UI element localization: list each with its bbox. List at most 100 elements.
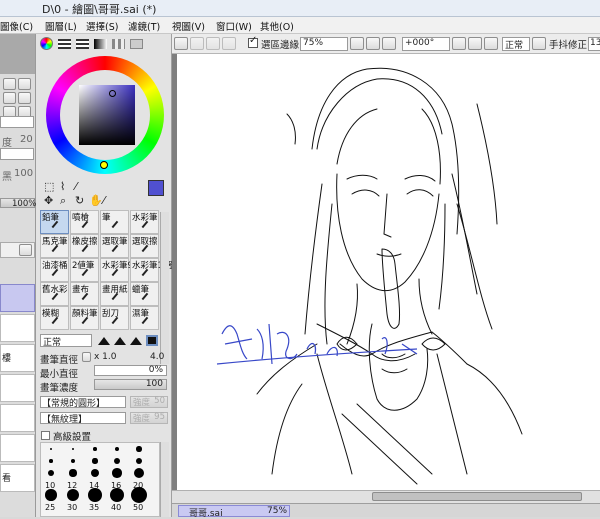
brush-size-dot[interactable] — [109, 487, 125, 503]
brush-size-dot[interactable] — [131, 487, 147, 503]
tip-shape-3-icon[interactable] — [130, 337, 142, 345]
lasso-icon[interactable]: ⌇ — [60, 180, 65, 193]
tip-shape-4-icon[interactable] — [146, 335, 158, 346]
tool-item[interactable]: 水彩筆 — [130, 210, 159, 234]
zoom-in-icon[interactable] — [366, 37, 380, 50]
brush-mode-select[interactable]: 正常 — [40, 334, 92, 348]
tool-item[interactable]: 選取筆 — [100, 234, 129, 258]
menu-layer[interactable]: 圖層(L) — [45, 19, 77, 33]
tool-item[interactable]: 噴槍 — [70, 210, 99, 234]
scratch-pad-icon[interactable] — [130, 39, 143, 49]
tool-item[interactable]: 水彩筆10號 — [130, 258, 177, 282]
brush-size-dot[interactable] — [114, 458, 120, 464]
tool-item[interactable]: 模糊 — [40, 306, 69, 330]
brush-size-dot[interactable] — [133, 467, 145, 479]
tool-item[interactable]: 橡皮擦 — [70, 234, 99, 258]
hsv-slider-icon[interactable] — [76, 39, 89, 49]
rotate-left-button[interactable] — [3, 92, 16, 104]
invert-selection-button[interactable] — [222, 37, 236, 50]
color-picker-cursor[interactable] — [109, 90, 116, 97]
tool-item[interactable]: 鉛筆 — [40, 210, 69, 234]
menu-filter[interactable]: 濾鏡(T) — [128, 19, 160, 33]
tool-item[interactable]: 畫用紙 — [100, 282, 129, 306]
mode-select[interactable]: 正常 — [502, 37, 530, 51]
brush-size-dot[interactable] — [70, 458, 76, 464]
brush-size-dot[interactable] — [50, 448, 52, 450]
brush-size-dot[interactable] — [92, 458, 98, 464]
size-multiplier-button[interactable] — [82, 352, 91, 362]
tool-item[interactable]: 2値筆 — [70, 258, 99, 282]
brush-size-dot[interactable] — [71, 447, 75, 451]
layer-item[interactable] — [0, 434, 35, 462]
gradient-icon[interactable] — [94, 39, 107, 49]
tool-item[interactable]: 選取擦 — [130, 234, 159, 258]
shape-strength-slider[interactable]: 強度 50 — [130, 396, 168, 408]
advanced-settings-checkbox[interactable] — [41, 431, 50, 440]
rotate-reset-icon[interactable] — [484, 37, 498, 50]
tip-shape-1-icon[interactable] — [98, 337, 110, 345]
rotation-select[interactable]: +000° — [402, 37, 450, 51]
stabilizer-select[interactable]: 13 — [588, 37, 600, 51]
brush-size-dot[interactable] — [114, 446, 120, 452]
blend-mode-select[interactable] — [0, 116, 34, 128]
rotate-icon[interactable]: ↻ — [75, 194, 84, 207]
layer-item[interactable] — [0, 404, 35, 432]
layer-item[interactable] — [0, 314, 35, 342]
zoom-out-icon[interactable] — [350, 37, 364, 50]
tool-item[interactable]: 馬克筆 — [40, 234, 69, 258]
zoom-out-button[interactable] — [18, 78, 31, 90]
layer-item[interactable]: 樓 — [0, 344, 35, 372]
redo-button[interactable] — [190, 37, 204, 50]
hand-icon[interactable]: ✋ — [89, 194, 103, 207]
horizontal-scroll-thumb[interactable] — [372, 492, 582, 501]
tool-item[interactable]: 水彩筆9號 — [100, 258, 141, 282]
rect-select-icon[interactable]: ⬚ — [44, 180, 54, 193]
zoom-icon[interactable]: ⌕ — [60, 194, 66, 208]
tool-item[interactable]: 舊水彩 — [40, 282, 69, 306]
rotate-right-button[interactable] — [18, 92, 31, 104]
brush-shape-select[interactable]: 【常規的圓形】 — [40, 396, 126, 409]
tool-item[interactable]: 濕筆 — [130, 306, 159, 330]
min-size-slider[interactable]: 0% — [94, 365, 167, 376]
new-layer-button[interactable] — [19, 244, 32, 256]
hue-cursor[interactable] — [100, 161, 108, 169]
tool-item[interactable]: 蠟筆 — [130, 282, 159, 306]
brush-size-dot[interactable] — [45, 489, 57, 501]
size-presets-scrollbar[interactable] — [160, 442, 169, 517]
selection-edge-checkbox[interactable]: ✓ — [248, 35, 258, 48]
brush-size-dot[interactable] — [88, 488, 102, 502]
brush-size-mult[interactable]: x 1.0 — [94, 352, 117, 362]
brush-size-dot[interactable] — [48, 470, 54, 476]
swatch-icon[interactable] — [112, 39, 125, 49]
rotate-ccw-icon[interactable] — [452, 37, 466, 50]
move-icon[interactable]: ✥ — [44, 194, 53, 207]
brush-size-dot[interactable] — [93, 447, 97, 451]
color-wheel-icon[interactable] — [40, 37, 53, 50]
menu-select[interactable]: 選擇(S) — [86, 19, 118, 33]
rotate-cw-icon[interactable] — [468, 37, 482, 50]
menu-image[interactable]: 圖像(C) — [0, 19, 33, 33]
density-slider[interactable]: 100 — [94, 379, 167, 390]
tool-item[interactable]: 筆 — [100, 210, 129, 234]
brush-size-dot[interactable] — [112, 468, 122, 478]
menu-window[interactable]: 窗口(W) — [216, 19, 252, 33]
magic-wand-icon[interactable]: ⁄ — [75, 180, 77, 193]
flip-icon[interactable] — [532, 37, 546, 50]
brush-size-dot[interactable] — [90, 468, 100, 478]
tool-item[interactable]: 顏料筆 — [70, 306, 99, 330]
zoom-in-button[interactable] — [3, 78, 16, 90]
layer-item-selected[interactable] — [0, 284, 35, 312]
eyedropper-icon[interactable]: ⁄ — [103, 194, 105, 207]
tool-item[interactable]: 刮刀 — [100, 306, 129, 330]
layer-item[interactable] — [0, 374, 35, 402]
saturation-value-square[interactable] — [79, 85, 135, 145]
document-tab[interactable]: 哥哥.sai 75% — [178, 505, 290, 519]
zoom-select[interactable]: 75% — [300, 37, 348, 51]
tool-item[interactable]: 油漆桶 — [40, 258, 69, 282]
menu-view[interactable]: 視圖(V) — [172, 19, 205, 33]
layer-item[interactable]: 看 — [0, 464, 35, 492]
zoom-reset-icon[interactable] — [382, 37, 396, 50]
rgb-slider-icon[interactable] — [58, 39, 71, 49]
brush-size-dot[interactable] — [135, 457, 143, 465]
brush-size-dot[interactable] — [66, 488, 80, 502]
